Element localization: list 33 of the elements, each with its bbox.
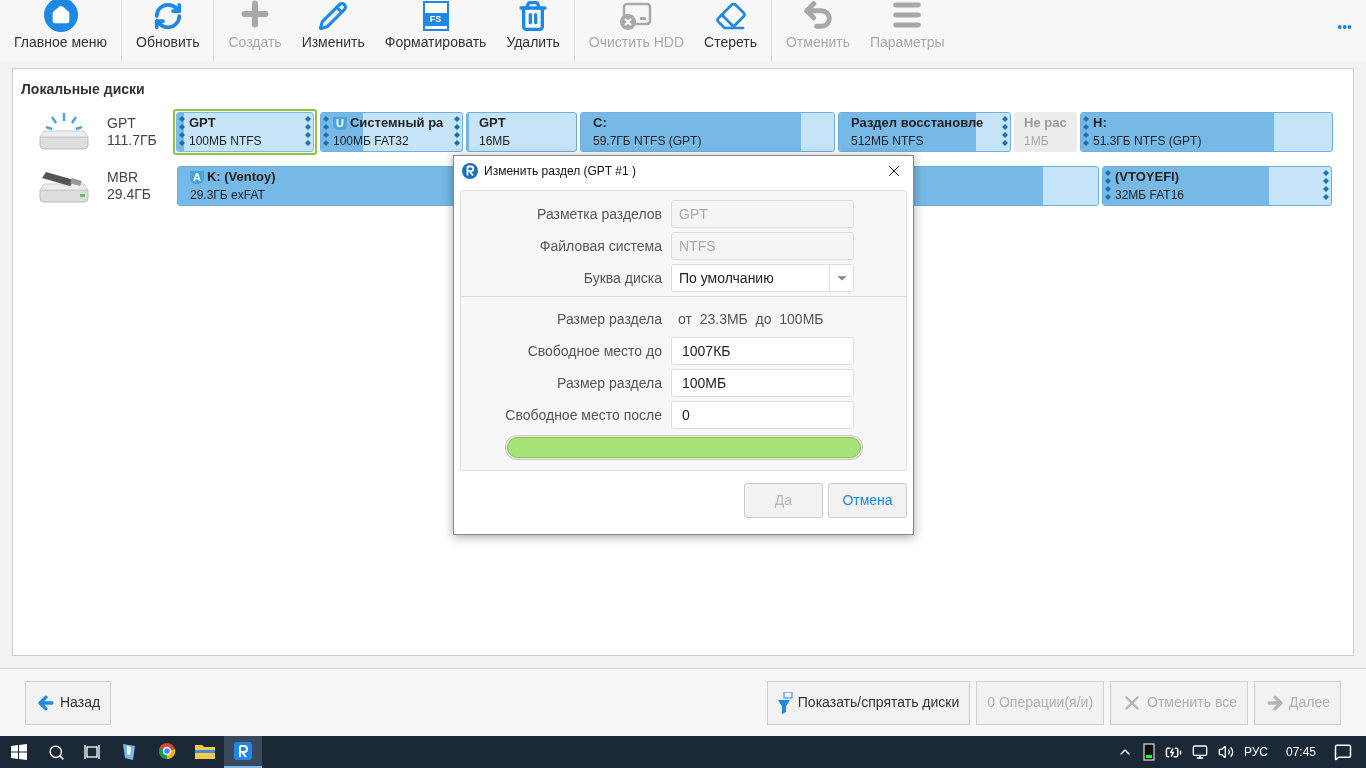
partition-info: 1МБ <box>1024 133 1050 150</box>
partition-name: Системный ра <box>349 114 444 132</box>
disk-size: 29.4ГБ <box>107 186 153 203</box>
partition-name: GPT <box>479 114 506 132</box>
partition-info: 51.3ГБ NTFS (GPT) <box>1093 133 1203 150</box>
partition-name: C: <box>593 114 607 132</box>
field-label: Размер раздела <box>556 309 663 329</box>
partition-info: 59.7ГБ NTFS (GPT) <box>593 133 703 150</box>
field-label: Свободное место после <box>504 405 663 425</box>
field-label: Файловая система <box>538 236 663 256</box>
partition-name: (VTOYEFI) <box>1115 168 1180 186</box>
document-icon: FS <box>422 1 449 31</box>
partition-info: 100МБ FAT32 <box>333 133 410 150</box>
partition-info: 32МБ FAT16 <box>1115 187 1185 204</box>
partition-info: 16МБ <box>479 133 512 150</box>
panel-title: Локальные диски <box>21 80 146 99</box>
dialog-title: Изменить раздел (GPT #1 ) <box>484 163 637 180</box>
field-label: Буква диска <box>582 268 663 288</box>
partition-info: 100МБ NTFS <box>189 133 263 150</box>
field-label: Разметка разделов <box>536 204 663 224</box>
field-label: Свободное место до <box>526 341 663 361</box>
disk-type: GPT <box>107 115 137 132</box>
partition-name: Не рас <box>1024 114 1067 132</box>
disk-size: 111.7ГБ <box>107 132 158 149</box>
partition-info: 512МБ NTFS <box>851 133 925 150</box>
field-label: Размер раздела <box>556 373 663 393</box>
partition-info: 29.3ГБ exFAT <box>190 187 266 204</box>
partition-name: GPT <box>189 114 216 132</box>
size-range: от 23.3МБ до 100МБ <box>677 309 824 329</box>
partition-name: Раздел восстановле <box>851 114 984 132</box>
partition-name: K: (Ventoy) <box>206 168 276 186</box>
disk-type: MBR <box>107 169 140 186</box>
partition-name: H: <box>1093 114 1107 132</box>
